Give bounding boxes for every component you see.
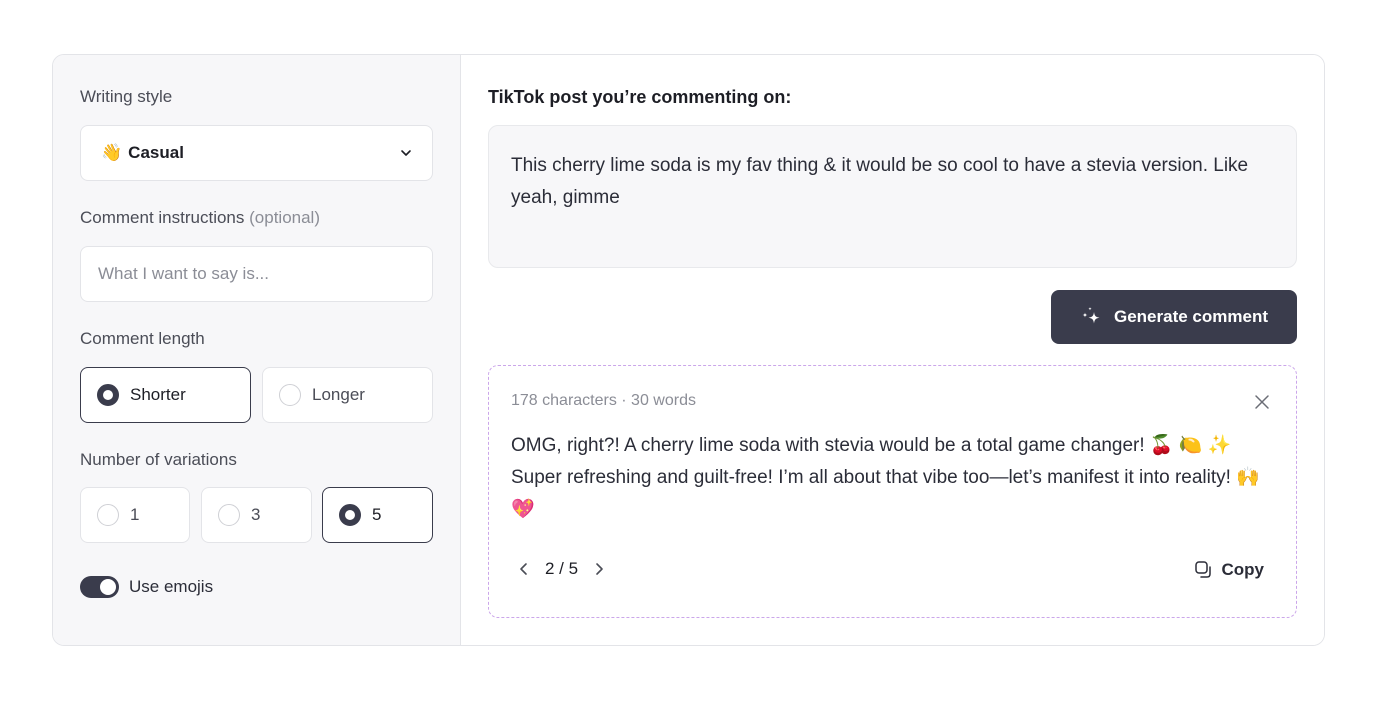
- radio-unselected-icon: [218, 504, 240, 526]
- settings-panel: Writing style 👋 Casual Comment instructi…: [53, 55, 461, 645]
- radio-selected-icon: [339, 504, 361, 526]
- length-option-shorter[interactable]: Shorter: [80, 367, 251, 423]
- comment-generator-card: Writing style 👋 Casual Comment instructi…: [52, 54, 1325, 646]
- variation-pager: 2 / 5: [517, 559, 606, 579]
- comment-instructions-input[interactable]: [80, 246, 433, 302]
- post-title: TikTok post you’re commenting on:: [488, 87, 792, 107]
- waving-hand-icon: 👋: [101, 143, 123, 162]
- chevron-right-icon[interactable]: [592, 562, 606, 576]
- length-option-longer[interactable]: Longer: [262, 367, 433, 423]
- sparkles-icon: [1082, 307, 1100, 324]
- writing-style-value: Casual: [128, 143, 184, 162]
- length-option-label: Shorter: [130, 385, 186, 404]
- radio-unselected-icon: [279, 384, 301, 406]
- variations-option-5[interactable]: 5: [322, 487, 433, 543]
- variations-option-1[interactable]: 1: [80, 487, 190, 543]
- comment-instructions-label-text: Comment instructions: [80, 208, 245, 227]
- length-option-label: Longer: [312, 385, 365, 404]
- comment-length-label: Comment length: [80, 329, 205, 348]
- chevron-left-icon[interactable]: [517, 562, 531, 576]
- variations-option-label: 5: [372, 505, 382, 524]
- variations-label: Number of variations: [80, 450, 237, 469]
- use-emojis-label: Use emojis: [129, 577, 214, 596]
- variations-option-label: 1: [130, 505, 140, 524]
- post-text: This cherry lime soda is my fav thing & …: [488, 125, 1297, 268]
- optional-hint: (optional): [249, 208, 320, 227]
- writing-style-label: Writing style: [80, 87, 173, 106]
- writing-style-select[interactable]: 👋 Casual: [80, 125, 433, 181]
- radio-unselected-icon: [97, 504, 119, 526]
- chevron-down-icon: [401, 150, 411, 156]
- generated-comment-text: OMG, right?! A cherry lime soda with ste…: [511, 435, 1260, 520]
- close-icon[interactable]: [1254, 394, 1270, 410]
- copy-button[interactable]: Copy: [1194, 560, 1265, 580]
- radio-selected-icon: [97, 384, 119, 406]
- generated-comment-card: 178 characters · 30 words OMG, right?! A…: [488, 365, 1297, 618]
- output-panel: TikTok post you’re commenting on: This c…: [461, 55, 1324, 645]
- comment-instructions-label: Comment instructions (optional): [80, 208, 320, 228]
- use-emojis-toggle[interactable]: [80, 576, 119, 598]
- variations-option-3[interactable]: 3: [201, 487, 312, 543]
- toggle-knob: [100, 579, 116, 595]
- page-indicator: 2 / 5: [545, 559, 579, 578]
- comment-stats: 178 characters · 30 words: [511, 392, 696, 409]
- copy-icon: [1194, 561, 1211, 578]
- generate-comment-label: Generate comment: [1114, 307, 1268, 326]
- generate-comment-button[interactable]: Generate comment: [1051, 290, 1297, 344]
- copy-label: Copy: [1221, 560, 1265, 579]
- variations-option-label: 3: [251, 505, 261, 524]
